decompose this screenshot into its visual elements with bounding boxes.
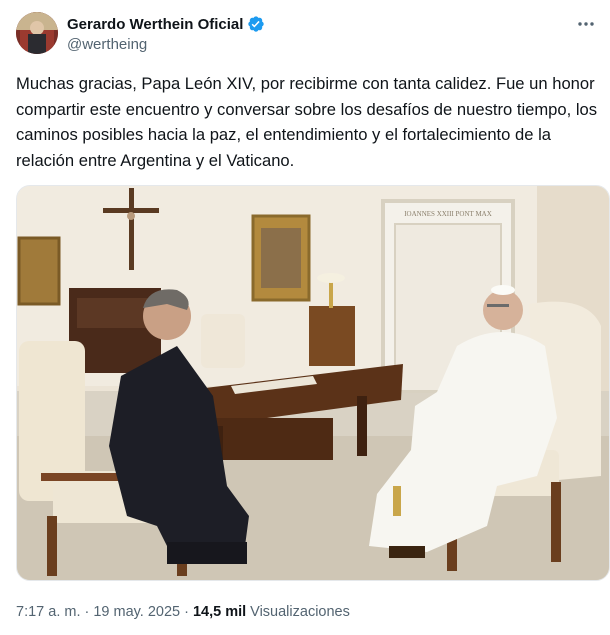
post-time[interactable]: 7:17 a. m. [16, 604, 80, 620]
more-options-icon[interactable] [576, 14, 596, 34]
display-name[interactable]: Gerardo Werthein Oficial [67, 16, 243, 33]
post-photo[interactable]: IOANNES XXIII PONT MAX [16, 185, 610, 581]
meta-separator: · [184, 604, 189, 620]
user-handle[interactable]: @wertheing [67, 36, 147, 53]
post-metadata: 7:17 a. m. · 19 may. 2025 · 14,5 mil Vis… [16, 604, 350, 620]
meta-separator: · [84, 604, 90, 620]
photo-papal-meeting: IOANNES XXIII PONT MAX [17, 186, 609, 580]
verified-badge-icon [247, 15, 265, 33]
post-text: Muchas gracias, Papa León XIV, por recib… [16, 74, 602, 170]
post-header: Gerardo Werthein Oficial @wertheing [16, 12, 596, 56]
views-label: Visualizaciones [250, 604, 350, 620]
views-count: 14,5 mil [192, 604, 247, 620]
door-inscription: IOANNES XXIII PONT MAX [404, 210, 492, 218]
post-date[interactable]: 19 may. 2025 [93, 604, 180, 620]
avatar[interactable] [16, 12, 58, 54]
avatar-image [16, 12, 58, 54]
